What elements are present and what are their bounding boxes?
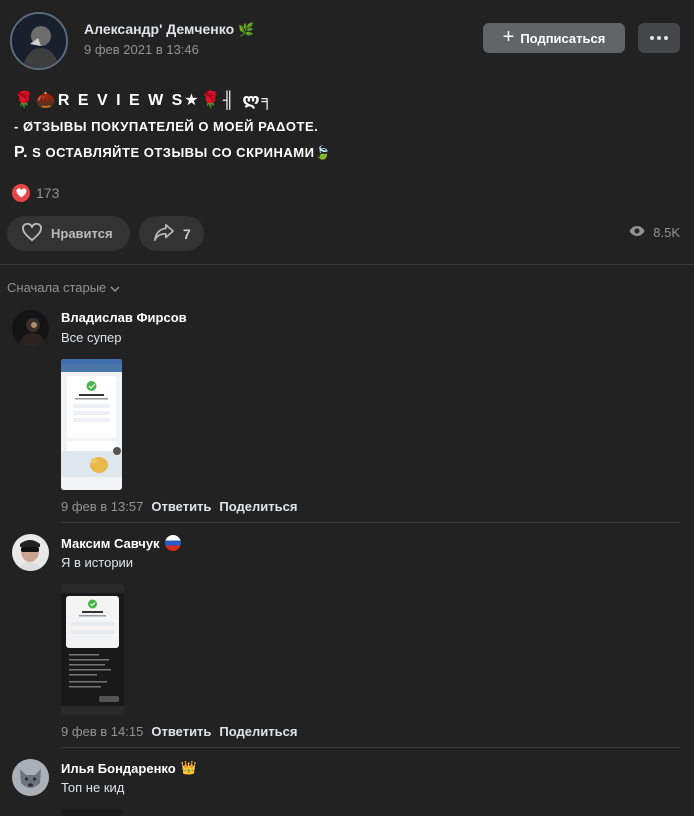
commenter-avatar[interactable] [12, 534, 49, 571]
like-button[interactable]: Нравится [7, 216, 130, 251]
commenter-avatar[interactable] [12, 310, 49, 347]
comment-divider [61, 747, 680, 748]
post-text-line-1: 🌹🌰R E V I E W S★🌹╢ ლ╕ [14, 92, 275, 109]
divider [0, 264, 694, 265]
reactions-summary[interactable]: 173 [12, 184, 59, 202]
reactions-count: 173 [36, 185, 60, 201]
chevron-down-icon [110, 280, 120, 295]
share-count: 7 [183, 225, 191, 242]
like-label: Нравится [51, 226, 113, 241]
comment-time[interactable]: 9 фев в 13:57 [61, 499, 143, 514]
share-arrow-icon [153, 222, 175, 245]
post-date[interactable]: 9 фев 2021 в 13:46 [84, 42, 199, 57]
eye-icon [629, 225, 645, 240]
comment-screenshot-image[interactable] [61, 809, 122, 816]
comments-sort-dropdown[interactable]: Сначала старые [7, 280, 120, 295]
comment-text: Я в истории [61, 555, 134, 570]
share-comment-button[interactable]: Поделиться [219, 724, 297, 739]
author-avatar[interactable] [10, 12, 68, 70]
russia-flag-icon [164, 535, 181, 551]
comment-divider [61, 522, 680, 523]
heart-outline-icon [21, 222, 43, 245]
more-dots-icon [650, 36, 668, 40]
comment-screenshot-image[interactable] [61, 359, 122, 490]
plus-icon: + [502, 26, 515, 48]
post-text-line-2: - øтзывы покупателей о моей раδоте. [14, 119, 319, 134]
comment-text: Все супер [61, 330, 122, 345]
views-counter: 8.5K [629, 225, 680, 240]
heart-icon [12, 184, 30, 202]
comment-meta: 9 фев в 13:57 Ответить Поделиться [61, 499, 297, 514]
subscribe-label: Подписаться [520, 30, 606, 46]
share-button[interactable]: 7 [139, 216, 204, 251]
commenter-name[interactable]: Максим Савчук [61, 535, 181, 551]
commenter-name[interactable]: Владислав Фирсов [61, 310, 187, 325]
comment-meta: 9 фев в 14:15 Ответить Поделиться [61, 724, 297, 739]
commenter-name[interactable]: Илья Бондаренко 👑 [61, 760, 197, 776]
reply-button[interactable]: Ответить [151, 724, 211, 739]
comment-screenshot-image[interactable] [61, 584, 124, 715]
more-options-button[interactable] [638, 23, 680, 53]
views-count: 8.5K [653, 225, 680, 240]
author-name[interactable]: Александр' Демченко 🌿 [84, 21, 254, 38]
leaf-icon: 🌿 [238, 22, 255, 37]
post-text-line-3: P. s оставляйте отзывы со скринами🍃 [14, 144, 332, 161]
sort-label: Сначала старые [7, 280, 107, 295]
reply-button[interactable]: Ответить [151, 499, 211, 514]
post-text: 🌹🌰R E V I E W S★🌹╢ ლ╕ - øтзывы покупател… [14, 88, 331, 166]
subscribe-button[interactable]: + Подписаться [483, 23, 625, 53]
comment-time[interactable]: 9 фев в 14:15 [61, 724, 143, 739]
comment-text: Топ не кид [61, 780, 125, 795]
share-comment-button[interactable]: Поделиться [219, 499, 297, 514]
commenter-avatar[interactable] [12, 759, 49, 796]
crown-icon: 👑 [180, 760, 197, 775]
